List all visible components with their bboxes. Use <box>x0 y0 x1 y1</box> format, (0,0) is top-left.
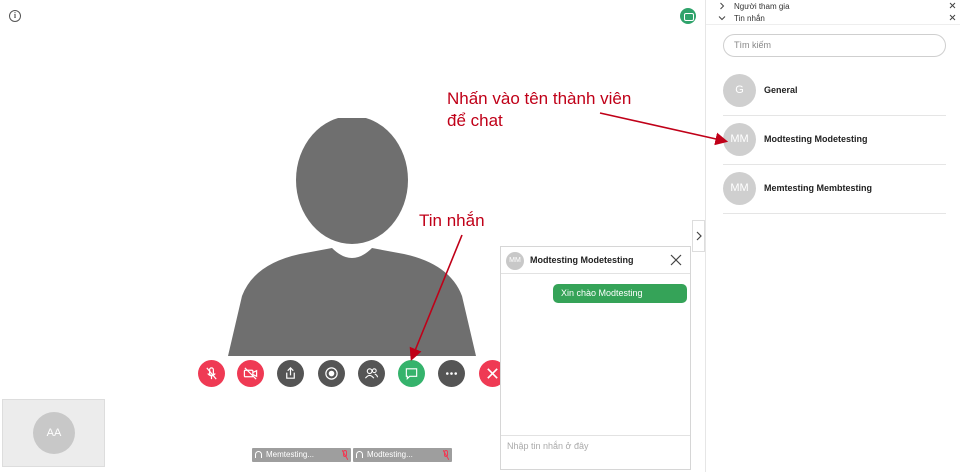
mic-muted-icon <box>342 450 348 460</box>
self-view-tile[interactable]: AA <box>2 399 105 467</box>
avatar: G <box>723 74 756 107</box>
chevron-right-icon <box>696 231 702 241</box>
info-icon[interactable]: i <box>9 10 21 22</box>
participant-tile-name: Modtesting... <box>367 450 413 459</box>
chat-message: Xin chào Modtesting <box>553 284 687 303</box>
avatar: MM <box>723 123 756 156</box>
participant-tile-label[interactable]: Modtesting... <box>353 448 452 462</box>
participant-tile-name: Memtesting... <box>266 450 315 459</box>
hang-up-icon <box>487 368 498 379</box>
headphone-icon <box>255 451 262 458</box>
contact-item[interactable]: MM Memtesting Membtesting <box>723 164 946 214</box>
annotation-member-chat: Nhấn vào tên thành viên để chat <box>447 89 632 130</box>
participant-tile-label[interactable]: Memtesting... <box>252 448 351 462</box>
contact-name: General <box>764 85 798 95</box>
contact-name: Modtesting Modetesting <box>764 134 868 144</box>
sidebar: Người tham gia Tin nhắn Tìm kiếm G Gener… <box>705 0 960 472</box>
record-button[interactable] <box>318 360 345 387</box>
mic-toggle-button[interactable] <box>198 360 225 387</box>
chat-avatar: MM <box>506 252 524 270</box>
share-screen-button[interactable] <box>277 360 304 387</box>
share-screen-icon <box>286 367 295 379</box>
avatar: MM <box>723 172 756 205</box>
camera-toggle-button[interactable] <box>237 360 264 387</box>
search-input[interactable]: Tìm kiếm <box>723 34 946 57</box>
more-options-button[interactable] <box>438 360 465 387</box>
headphone-icon <box>356 451 363 458</box>
record-icon <box>325 367 338 380</box>
sidebar-toggle-button[interactable] <box>692 220 705 252</box>
chevron-right-icon <box>720 2 725 10</box>
chevron-down-icon <box>718 16 726 21</box>
chat-message-input[interactable]: Nhập tin nhắn ở đây <box>501 435 690 469</box>
contact-item[interactable]: G General <box>723 66 946 116</box>
more-icon <box>445 372 458 375</box>
section-messages[interactable]: Tin nhắn <box>706 12 960 25</box>
participants-icon <box>364 368 379 379</box>
connection-status-icon[interactable] <box>680 8 696 24</box>
chat-window: MM Modtesting Modetesting Xin chào Modte… <box>500 246 691 470</box>
participants-button[interactable] <box>358 360 385 387</box>
annotation-chat-button: Tin nhắn <box>419 211 485 230</box>
camera-off-icon <box>243 367 258 380</box>
chat-button[interactable] <box>398 360 425 387</box>
participant-avatar-silhouette <box>228 118 476 356</box>
chat-icon <box>405 368 418 381</box>
chat-title: Modtesting Modetesting <box>530 255 634 265</box>
section-label: Tin nhắn <box>734 14 765 23</box>
close-icon[interactable] <box>949 2 956 9</box>
mic-muted-icon <box>206 367 217 380</box>
close-icon[interactable] <box>949 14 956 21</box>
chat-header: MM Modtesting Modetesting <box>501 247 690 274</box>
contact-name: Memtesting Membtesting <box>764 183 873 193</box>
video-stage: i Nhấn vào tên thành viên để chat Tin nh… <box>0 0 705 472</box>
self-avatar: AA <box>33 412 75 454</box>
mic-muted-icon <box>443 450 449 460</box>
contact-item[interactable]: MM Modtesting Modetesting <box>723 115 946 165</box>
close-icon[interactable] <box>669 253 683 267</box>
